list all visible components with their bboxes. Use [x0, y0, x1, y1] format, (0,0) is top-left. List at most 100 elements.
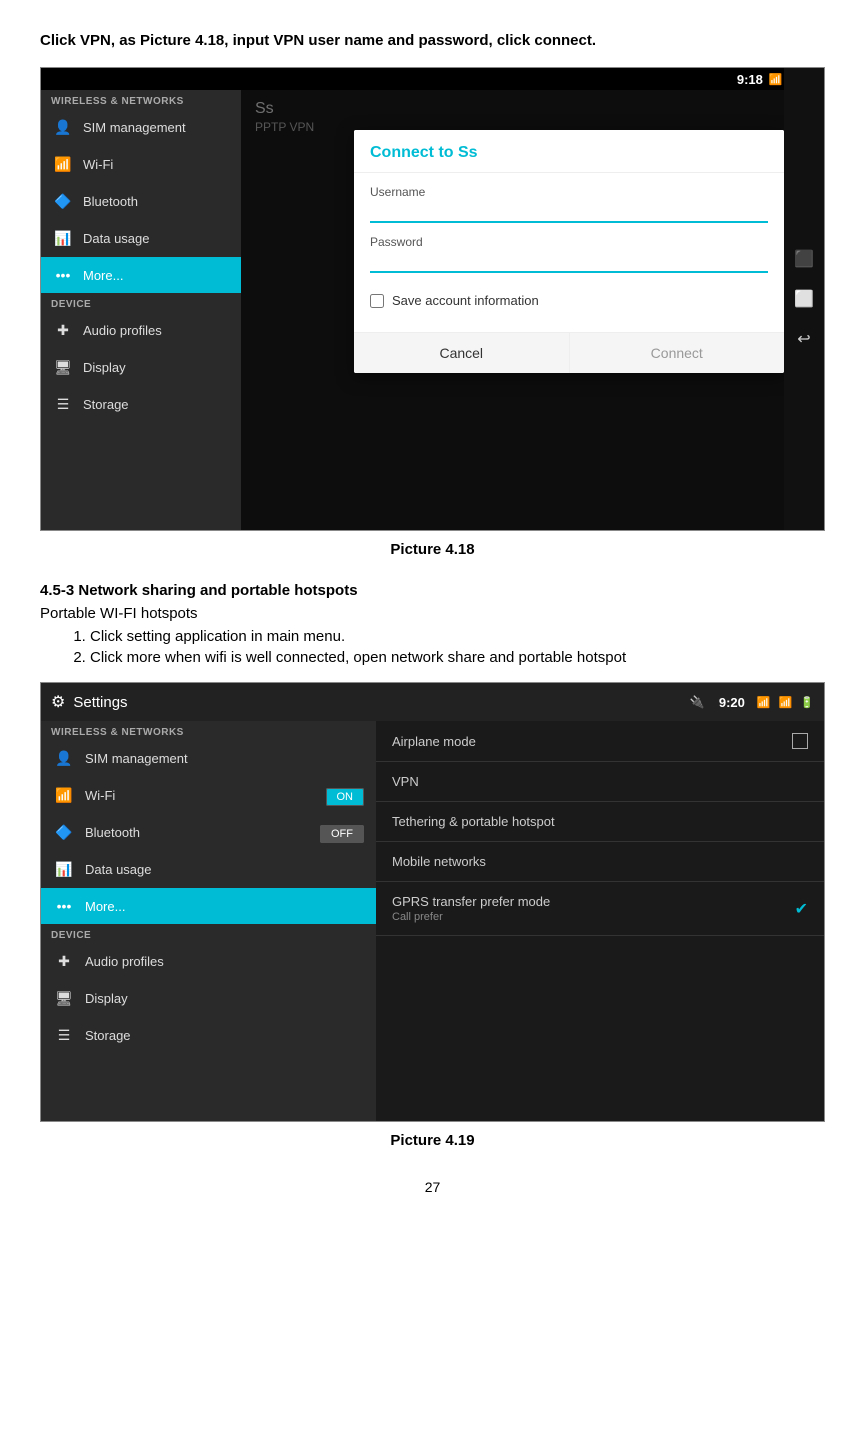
save-account-checkbox[interactable]: [370, 294, 384, 308]
sidebar-item-sim[interactable]: 👤 SIM management: [41, 109, 241, 146]
steps-list: Click setting application in main menu. …: [90, 628, 825, 666]
menu-nav-btn[interactable]: ⬛: [790, 249, 818, 269]
right-panel-419: Airplane mode VPN Tethering & portable h…: [376, 721, 824, 1121]
more2-icon: •••: [53, 898, 75, 914]
vpn-row-label: VPN: [392, 774, 808, 789]
back-nav-btn[interactable]: ↩: [790, 329, 818, 349]
step-2: Click more when wifi is well connected, …: [90, 649, 825, 666]
signal-icon: 📶: [769, 73, 783, 86]
sidebar2-wifi-label: Wi-Fi: [85, 788, 115, 803]
screenshot-418: 9:18 📶 📶 🔋 WIRELESS & NETWORKS 👤 SIM man…: [40, 67, 825, 531]
wireless-section-label: WIRELESS & NETWORKS: [41, 90, 241, 109]
sim2-icon: 👤: [53, 750, 75, 767]
step-1: Click setting application in main menu.: [90, 628, 825, 645]
sidebar2-wifi[interactable]: 📶 Wi-Fi ON: [41, 777, 376, 814]
sidebar-item-display[interactable]: 🖥 Display: [41, 349, 241, 386]
sidebar2-data-label: Data usage: [85, 862, 152, 877]
password-label: Password: [370, 235, 768, 249]
sidebar2-bluetooth-label: Bluetooth: [85, 825, 140, 840]
sidebar-item-audio[interactable]: ✚ Audio profiles: [41, 312, 241, 349]
nav-buttons-418: ⬛ ⬜ ↩: [784, 68, 824, 530]
username-input[interactable]: [370, 201, 768, 223]
sidebar-item-more[interactable]: ••• More...: [41, 257, 241, 293]
audio2-icon: ✚: [53, 953, 75, 970]
mobile-networks-row[interactable]: Mobile networks: [376, 842, 824, 882]
sidebar-item-storage-label: Storage: [83, 397, 129, 412]
dialog-actions: Cancel Connect: [354, 332, 784, 373]
sidebar2-display-label: Display: [85, 991, 128, 1006]
more-icon: •••: [53, 267, 73, 283]
section-desc: Portable WI-FI hotspots: [40, 605, 825, 622]
wifi2-icon: 📶: [53, 787, 75, 804]
status-bar-418: 9:18 📶 📶 🔋: [41, 68, 824, 90]
header-status-time: 9:20: [719, 695, 745, 710]
header-status-plug: 🔌: [690, 695, 705, 709]
sidebar2-more[interactable]: ••• More...: [41, 888, 376, 924]
settings-body-418: WIRELESS & NETWORKS 👤 SIM management 📶 W…: [41, 90, 824, 530]
settings-body-419: WIRELESS & NETWORKS 👤 SIM management 📶 W…: [41, 721, 824, 1121]
header-signal2: 📶: [779, 696, 793, 709]
sidebar2-audio-label: Audio profiles: [85, 954, 164, 969]
sidebar-item-storage[interactable]: ☰ Storage: [41, 386, 241, 423]
sidebar-item-data-label: Data usage: [83, 231, 150, 246]
wifi-toggle[interactable]: ON: [326, 788, 365, 806]
cancel-button[interactable]: Cancel: [354, 333, 570, 373]
status-time-418: 9:18: [737, 72, 763, 87]
sidebar2-bluetooth[interactable]: 🔷 Bluetooth OFF: [41, 814, 376, 851]
sidebar-418: WIRELESS & NETWORKS 👤 SIM management 📶 W…: [41, 90, 241, 530]
vpn-row[interactable]: VPN: [376, 762, 824, 802]
dialog-overlay: Connect to Ss Username Password Save acc…: [241, 90, 824, 530]
gprs-check-icon: ✔: [795, 899, 808, 919]
bluetooth-toggle[interactable]: OFF: [320, 825, 364, 843]
page-number: 27: [40, 1179, 825, 1195]
gprs-row[interactable]: GPRS transfer prefer mode Call prefer ✔: [376, 882, 824, 936]
wireless-section-label-419: WIRELESS & NETWORKS: [41, 721, 376, 740]
airplane-label: Airplane mode: [392, 734, 792, 749]
caption-419: Picture 4.19: [40, 1132, 825, 1149]
settings-gear-icon: ⚙: [51, 692, 65, 712]
sidebar-item-data[interactable]: 📊 Data usage: [41, 220, 241, 257]
airplane-mode-row[interactable]: Airplane mode: [376, 721, 824, 762]
header-signal1: 📶: [757, 696, 771, 709]
sidebar2-audio[interactable]: ✚ Audio profiles: [41, 943, 376, 980]
screenshot-419: ⚙ Settings 🔌 9:20 📶 📶 🔋 WIRELESS & NETWO…: [40, 682, 825, 1122]
sidebar2-more-label: More...: [85, 899, 125, 914]
sidebar-item-sim-label: SIM management: [83, 120, 186, 135]
connect-dialog: Connect to Ss Username Password Save acc…: [354, 130, 784, 373]
airplane-checkbox[interactable]: [792, 733, 808, 749]
bluetooth-toggle-area: OFF: [320, 825, 364, 840]
sidebar2-data[interactable]: 📊 Data usage: [41, 851, 376, 888]
tethering-label: Tethering & portable hotspot: [392, 814, 808, 829]
sim-icon: 👤: [53, 119, 73, 136]
sidebar-item-wifi[interactable]: 📶 Wi-Fi: [41, 146, 241, 183]
gprs-sublabel: Call prefer: [392, 911, 795, 923]
mobile-networks-label: Mobile networks: [392, 854, 808, 869]
storage-icon: ☰: [53, 396, 73, 413]
device-section-label: DEVICE: [41, 293, 241, 312]
storage2-icon: ☰: [53, 1027, 75, 1044]
connect-button[interactable]: Connect: [570, 333, 785, 373]
section-heading: 4.5-3 Network sharing and portable hotsp…: [40, 582, 825, 599]
bluetooth-icon: 🔷: [53, 193, 73, 210]
dialog-body: Username Password Save account informati…: [354, 173, 784, 332]
gprs-label: GPRS transfer prefer mode Call prefer: [392, 894, 795, 923]
sidebar-419: WIRELESS & NETWORKS 👤 SIM management 📶 W…: [41, 721, 376, 1121]
tethering-row[interactable]: Tethering & portable hotspot: [376, 802, 824, 842]
home-nav-btn[interactable]: ⬜: [790, 289, 818, 309]
data-icon: 📊: [53, 230, 73, 247]
wifi-icon: 📶: [53, 156, 73, 173]
sidebar2-storage[interactable]: ☰ Storage: [41, 1017, 376, 1054]
save-account-row: Save account information: [370, 293, 768, 308]
audio-icon: ✚: [53, 322, 73, 339]
display2-icon: 🖥: [53, 990, 75, 1007]
sidebar2-display[interactable]: 🖥 Display: [41, 980, 376, 1017]
sidebar-item-display-label: Display: [83, 360, 126, 375]
sidebar-item-bluetooth-label: Bluetooth: [83, 194, 138, 209]
password-input[interactable]: [370, 251, 768, 273]
username-label: Username: [370, 185, 768, 199]
sidebar2-sim[interactable]: 👤 SIM management: [41, 740, 376, 777]
main-content-418: Ss PPTP VPN Connect to Ss Username Passw…: [241, 90, 824, 530]
data2-icon: 📊: [53, 861, 75, 878]
sidebar-item-bluetooth[interactable]: 🔷 Bluetooth: [41, 183, 241, 220]
intro-text: Click VPN, as Picture 4.18, input VPN us…: [40, 30, 825, 51]
